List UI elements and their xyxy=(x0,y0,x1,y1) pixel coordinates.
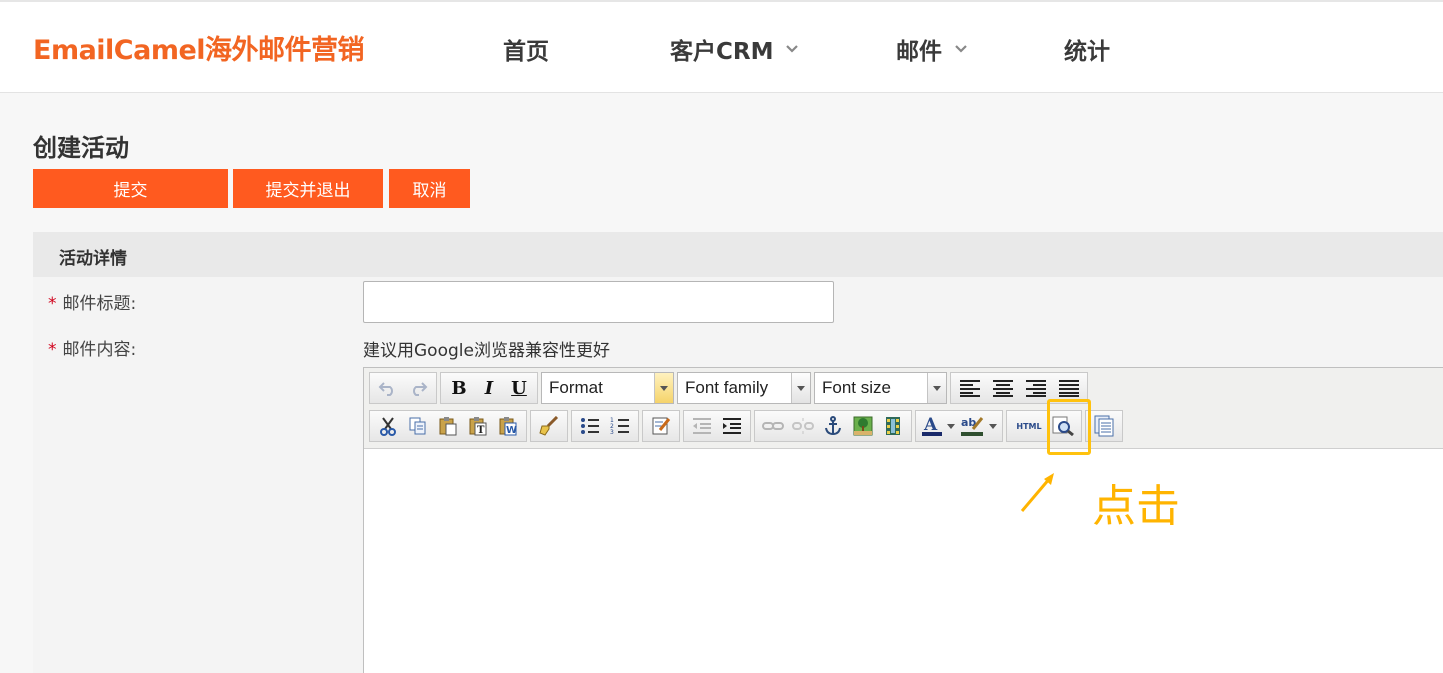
dropdown-arrow-icon xyxy=(654,373,673,403)
image-icon[interactable] xyxy=(848,412,878,440)
subject-input[interactable] xyxy=(363,281,834,323)
media-icon[interactable] xyxy=(878,412,908,440)
nav-crm[interactable]: 客户CRM xyxy=(670,32,799,66)
paste-icon[interactable] xyxy=(433,412,463,440)
underline-label: U xyxy=(511,377,527,399)
clipboard-group: T W xyxy=(369,410,527,442)
nav-home[interactable]: 首页 xyxy=(503,32,549,66)
text-style-group: B I U xyxy=(440,372,538,404)
top-navigation-bar: EmailCamel海外邮件营销 首页 客户CRM 邮件 统计 xyxy=(0,0,1443,93)
dropdown-arrow-icon xyxy=(791,373,810,403)
click-annotation: 点击 xyxy=(1092,481,1180,532)
subject-label-text: 邮件标题: xyxy=(62,294,137,314)
cut-icon[interactable] xyxy=(373,412,403,440)
svg-text:3: 3 xyxy=(610,429,614,435)
format-select-label: Format xyxy=(549,378,603,397)
nav-mail[interactable]: 邮件 xyxy=(896,32,968,66)
link-icon[interactable] xyxy=(758,412,788,440)
nav-stats-label: 统计 xyxy=(1064,39,1110,65)
highlight-color-icon[interactable]: ab xyxy=(957,412,987,440)
anchor-icon[interactable] xyxy=(818,412,848,440)
toolbar-row-2: T W 123 A ab HTML xyxy=(369,410,1126,442)
content-label-text: 邮件内容: xyxy=(62,340,137,360)
arrow-icon xyxy=(1018,470,1058,518)
cancel-button[interactable]: 取消 xyxy=(389,169,470,208)
paste-text-icon[interactable]: T xyxy=(463,412,493,440)
bullet-list-icon[interactable] xyxy=(575,412,605,440)
nav-stats[interactable]: 统计 xyxy=(1064,32,1110,66)
indent-icon[interactable] xyxy=(717,412,747,440)
nav-crm-label: 客户CRM xyxy=(670,39,774,65)
edit-group xyxy=(642,410,680,442)
html-source-button[interactable]: HTML xyxy=(1010,412,1048,440)
html-source-label: HTML xyxy=(1016,421,1042,431)
bold-icon[interactable]: B xyxy=(444,374,474,402)
template-icon[interactable] xyxy=(1089,412,1119,440)
page-title: 创建活动 xyxy=(33,134,129,162)
edit-document-icon[interactable] xyxy=(646,412,676,440)
history-group xyxy=(369,372,437,404)
dropdown-arrow-icon xyxy=(927,373,946,403)
undo-icon[interactable] xyxy=(373,374,403,402)
align-justify-icon[interactable] xyxy=(1052,374,1085,402)
section-header: 活动详情 xyxy=(33,232,1443,277)
indent-group xyxy=(683,410,751,442)
browser-hint: 建议用Google浏览器兼容性更好 xyxy=(363,341,610,361)
underline-icon[interactable]: U xyxy=(504,374,534,402)
color-group: A ab xyxy=(915,410,1003,442)
svg-text:W: W xyxy=(506,425,517,436)
nav-home-label: 首页 xyxy=(503,39,549,65)
template-group xyxy=(1085,410,1123,442)
list-group: 123 xyxy=(571,410,639,442)
section-title: 活动详情 xyxy=(59,249,127,269)
required-mark: * xyxy=(48,294,57,314)
preview-icon[interactable] xyxy=(1048,412,1078,440)
svg-text:T: T xyxy=(477,425,485,436)
chevron-down-icon xyxy=(785,42,799,56)
required-mark: * xyxy=(48,340,57,360)
font-family-select[interactable]: Font family xyxy=(677,372,811,404)
align-right-icon[interactable] xyxy=(1019,374,1052,402)
source-group: HTML xyxy=(1006,410,1082,442)
font-size-select-label: Font size xyxy=(822,378,891,397)
brand-logo[interactable]: EmailCamel海外邮件营销 xyxy=(33,28,365,67)
italic-icon[interactable]: I xyxy=(474,374,504,402)
alignment-group xyxy=(950,372,1088,404)
cleanup-group xyxy=(530,410,568,442)
rich-text-editor: B I U Format Font family Font size T W 1… xyxy=(363,367,1443,673)
bold-label: B xyxy=(451,377,467,399)
font-size-select[interactable]: Font size xyxy=(814,372,947,404)
copy-icon[interactable] xyxy=(403,412,433,440)
paste-word-icon[interactable]: W xyxy=(493,412,523,440)
numbered-list-icon[interactable]: 123 xyxy=(605,412,635,440)
editor-content-area[interactable] xyxy=(364,448,1443,673)
italic-label: I xyxy=(484,377,494,399)
redo-icon[interactable] xyxy=(403,374,433,402)
dropdown-arrow-icon[interactable] xyxy=(945,412,957,440)
chevron-down-icon xyxy=(954,42,968,56)
format-select[interactable]: Format xyxy=(541,372,674,404)
text-color-icon[interactable]: A xyxy=(919,412,945,440)
insert-group xyxy=(754,410,912,442)
font-family-select-label: Font family xyxy=(685,378,769,397)
outdent-icon[interactable] xyxy=(687,412,717,440)
unlink-icon[interactable] xyxy=(788,412,818,440)
align-left-icon[interactable] xyxy=(953,374,986,402)
dropdown-arrow-icon[interactable] xyxy=(987,412,999,440)
subject-label: * 邮件标题: xyxy=(48,289,136,314)
align-center-icon[interactable] xyxy=(986,374,1019,402)
toolbar-row-1: B I U Format Font family Font size xyxy=(369,372,1091,404)
submit-and-exit-button[interactable]: 提交并退出 xyxy=(233,169,383,208)
clean-format-brush-icon[interactable] xyxy=(534,412,564,440)
nav-mail-label: 邮件 xyxy=(896,39,942,65)
content-label: * 邮件内容: xyxy=(48,335,136,360)
submit-button[interactable]: 提交 xyxy=(33,169,228,208)
